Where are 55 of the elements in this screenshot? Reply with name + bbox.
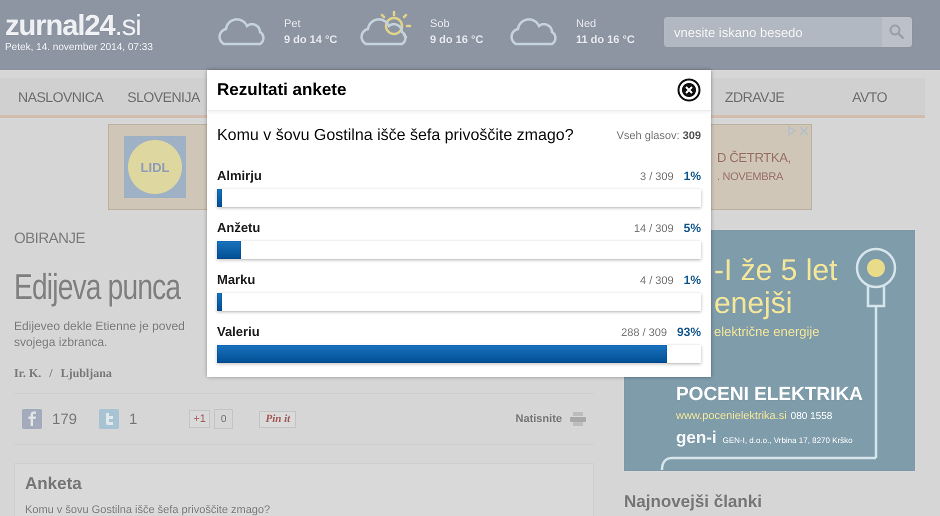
store-logo: LIDL	[124, 136, 186, 198]
vote-count: 4 / 309	[640, 275, 674, 287]
ad-phone: 080 1558	[790, 411, 832, 422]
separator-slash: /	[49, 366, 53, 381]
forecast-text: Pet 9 do 14 °C	[284, 17, 338, 48]
vote-count: 3 / 309	[640, 171, 674, 183]
ad-headline: -I že 5 let	[714, 254, 838, 288]
ad-title: POCENI ELEKTRIKA	[676, 384, 863, 406]
ad-subtitle: električne energije	[714, 324, 821, 339]
article-title: Edijeva punca	[14, 266, 180, 308]
ad-url[interactable]: www.pocenielektrika.si	[676, 410, 787, 422]
ad-headline: enejši	[714, 288, 794, 320]
dialog-title: Rezultati ankete	[217, 80, 346, 100]
nav-link[interactable]: NASLOVNICA	[18, 88, 104, 104]
close-button[interactable]	[677, 78, 701, 102]
brand-logo: gen-i	[676, 428, 717, 448]
author-name: Ir. K.	[14, 366, 42, 381]
nav-link[interactable]: AVTO	[852, 88, 887, 104]
share-count: 1	[129, 410, 138, 428]
poll-title: Anketa	[25, 474, 83, 494]
search-field[interactable]: vnesite iskano besedo	[664, 17, 882, 47]
facebook-icon[interactable]	[22, 409, 42, 429]
article-lead: Edijeveo dekle Etienne je poved svojega izbranca.	[14, 318, 185, 350]
ad-text: D ČETRTKA, . NOVEMBRA	[716, 148, 791, 184]
nav-link[interactable]: SLOVENIJA	[127, 88, 200, 104]
option-label: Almirju	[217, 168, 262, 183]
search-icon	[889, 24, 905, 40]
nav-link[interactable]: ZDRAVJE	[724, 88, 784, 104]
plus-one-count: 0	[214, 409, 234, 429]
vote-count: 288 / 309	[621, 327, 667, 339]
section-heading: Najnovejši članki	[624, 492, 762, 512]
vote-percent: 1%	[684, 273, 701, 287]
close-icon	[677, 78, 701, 102]
location-text: Ljubljana	[60, 366, 112, 381]
plus-one-button[interactable]: +1	[189, 410, 210, 428]
print-link[interactable]: Natisnite	[516, 413, 562, 425]
option-label: Valeriu	[217, 324, 260, 339]
date-text: Petek, 14. november 2014, 07:33	[5, 42, 154, 53]
vote-percent: 93%	[676, 325, 701, 339]
printer-icon[interactable]	[570, 412, 586, 426]
forecast-text: Sob 9 do 16 °C	[430, 17, 484, 48]
poll-question: Komu v šovu Gostilna išče šefa privoščite zmago?	[25, 504, 272, 516]
pin-button[interactable]: Pin it	[259, 410, 296, 428]
site-logo[interactable]: zurnal24.si	[5, 12, 210, 40]
forecast-text: Ned 11 do 16 °C	[576, 17, 636, 48]
total-votes: Vseh glasov: 309	[616, 130, 701, 142]
option-label: Marku	[217, 272, 256, 287]
option-label: Anžetu	[217, 220, 260, 235]
share-count: 179	[52, 410, 78, 428]
twitter-icon[interactable]	[99, 409, 120, 429]
search-button[interactable]	[882, 17, 912, 47]
ad-address: GEN-I, d.o.o., Vrbina 17, 8270 Krško	[722, 436, 853, 445]
poll-question: Komu v šovu Gostilna išče šefa privoščite zmago?	[217, 127, 574, 145]
ad-choices-icon[interactable]	[787, 126, 809, 136]
vote-percent: 1%	[684, 169, 701, 183]
